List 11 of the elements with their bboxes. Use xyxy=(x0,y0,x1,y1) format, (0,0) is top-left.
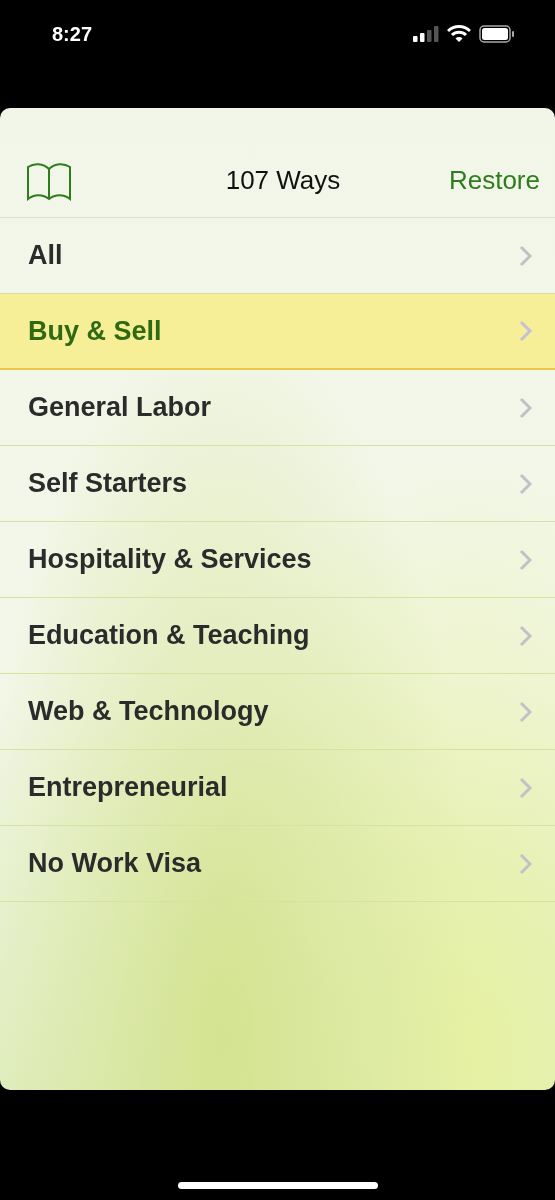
restore-button[interactable]: Restore xyxy=(448,165,540,196)
category-item[interactable]: Self Starters xyxy=(0,446,555,522)
category-item[interactable]: Buy & Sell xyxy=(0,294,555,370)
status-time: 8:27 xyxy=(52,22,93,46)
screen-title: 107 Ways xyxy=(225,165,341,196)
category-item[interactable]: General Labor xyxy=(0,370,555,446)
category-item[interactable]: Web & Technology xyxy=(0,674,555,750)
category-item[interactable]: Hospitality & Services xyxy=(0,522,555,598)
category-item[interactable]: Education & Teaching xyxy=(0,598,555,674)
category-item[interactable]: Entrepreneurial xyxy=(0,750,555,826)
category-item[interactable]: No Work Visa xyxy=(0,826,555,902)
